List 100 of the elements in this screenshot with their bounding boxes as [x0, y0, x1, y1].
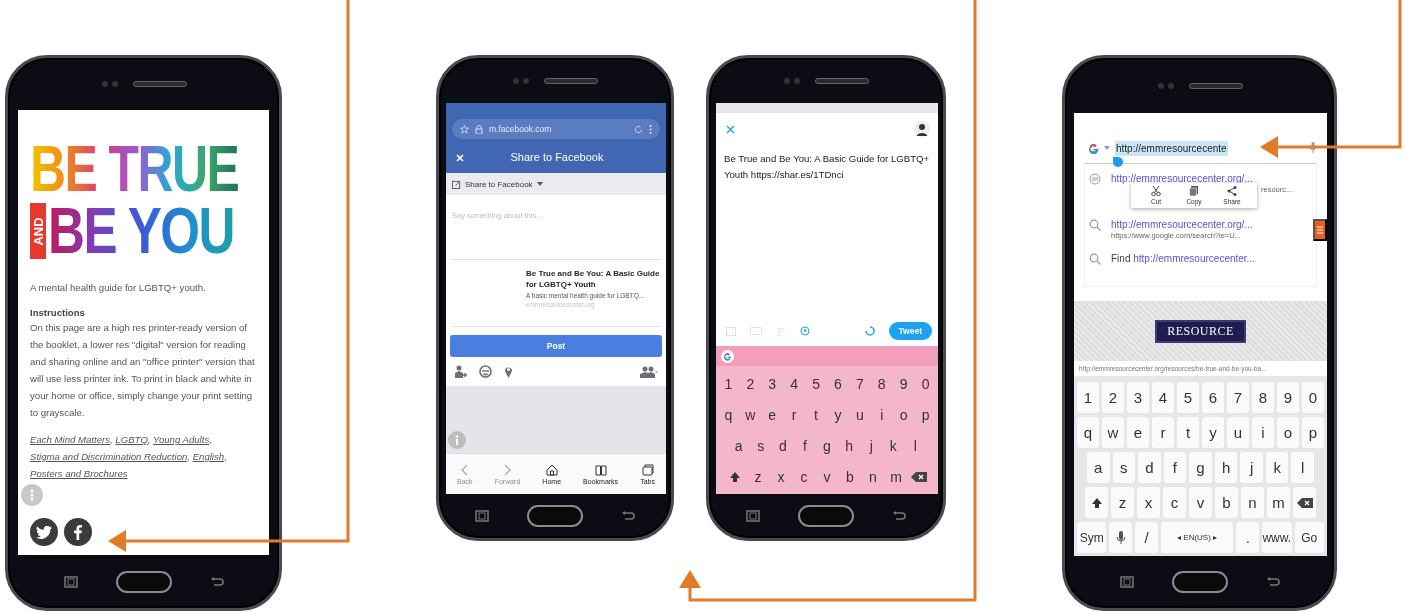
keyboard-key[interactable]: d	[772, 432, 794, 460]
microphone-icon[interactable]	[1309, 142, 1317, 154]
keyboard-key[interactable]: Sym	[1077, 522, 1107, 553]
keyboard-key[interactable]: u	[1227, 417, 1249, 448]
keyboard-key[interactable]: t	[805, 401, 827, 429]
keyboard-key[interactable]: f	[794, 432, 816, 460]
keyboard-key[interactable]: 4	[783, 370, 805, 398]
keyboard-key[interactable]: q	[1077, 417, 1099, 448]
suggestion-item[interactable]: Find http://emmresourcecenter...	[1085, 248, 1316, 282]
keyboard-key[interactable]	[1293, 487, 1316, 518]
keyboard-key[interactable]: 9	[1277, 382, 1299, 413]
keyboard-key[interactable]: c	[793, 463, 815, 491]
keyboard-key[interactable]: v	[816, 463, 838, 491]
post-button[interactable]: Post	[450, 335, 662, 357]
google-logo-icon[interactable]	[721, 349, 734, 363]
keyboard-key[interactable]: k	[882, 432, 904, 460]
keyboard-key[interactable]: r	[783, 401, 805, 429]
keyboard-key[interactable]: v	[1189, 487, 1212, 518]
home-button[interactable]	[527, 505, 583, 527]
keyboard-key[interactable]: n	[1241, 487, 1264, 518]
keyboard-key[interactable]: 7	[1227, 382, 1249, 413]
keyboard-key[interactable]: p	[1302, 417, 1324, 448]
keyboard-key[interactable]: 0	[915, 370, 937, 398]
keyboard-key[interactable]: m	[885, 463, 907, 491]
caret-icon[interactable]	[1104, 146, 1110, 150]
tag-link[interactable]: Posters and Brochures	[30, 468, 128, 479]
keyboard-key[interactable]: m	[1267, 487, 1290, 518]
keyboard-key[interactable]: 1	[717, 370, 739, 398]
tag-link[interactable]: LGBTQ	[115, 434, 148, 445]
keyboard-key[interactable]: 7	[849, 370, 871, 398]
keyboard-key[interactable]: g	[1189, 452, 1212, 483]
keyboard-key[interactable]: 9	[893, 370, 915, 398]
keyboard-key[interactable]: y	[1202, 417, 1224, 448]
audience-dropdown[interactable]: Share to Facebook	[452, 179, 543, 189]
keyboard-key[interactable]: c	[1163, 487, 1186, 518]
facebook-button[interactable]	[64, 518, 92, 546]
twitter-button[interactable]	[30, 518, 58, 546]
keyboard-key[interactable]: 5	[805, 370, 827, 398]
keyboard-key[interactable]: d	[1138, 452, 1161, 483]
location-pin-icon[interactable]	[504, 365, 513, 378]
keyboard-key[interactable]: e	[1127, 417, 1149, 448]
keyboard-key[interactable]: i	[1252, 417, 1274, 448]
keyboard-key[interactable]: 8	[871, 370, 893, 398]
keyboard-key[interactable]: j	[860, 432, 882, 460]
keyboard-key[interactable]: a	[1086, 452, 1110, 483]
keyboard-key[interactable]: /	[1135, 522, 1158, 553]
keyboard-key[interactable]: s	[750, 432, 772, 460]
keyboard-key[interactable]: e	[761, 401, 783, 429]
keyboard-key[interactable]: 8	[1252, 382, 1274, 413]
location-icon[interactable]	[800, 326, 810, 336]
keyboard-key[interactable]: r	[1152, 417, 1174, 448]
home-button[interactable]	[798, 505, 854, 527]
keyboard-key[interactable]: f	[1163, 452, 1187, 483]
keyboard-key[interactable]: .	[1236, 522, 1260, 553]
tag-link[interactable]: Each Mind Matters	[30, 434, 110, 445]
keyboard-key[interactable]: b	[1215, 487, 1238, 518]
keyboard-key[interactable]: j	[1240, 452, 1263, 483]
side-tab[interactable]	[1313, 219, 1327, 241]
google-logo-icon[interactable]	[1088, 142, 1099, 154]
tag-person-icon[interactable]	[454, 365, 467, 378]
keyboard-key[interactable]	[1085, 487, 1108, 518]
friends-icon[interactable]	[640, 365, 658, 378]
address-bar[interactable]: m.facebook.com	[452, 119, 660, 139]
keyboard-key[interactable]: a	[728, 432, 750, 460]
keyboard-key[interactable]: 4	[1152, 382, 1174, 413]
keyboard-key[interactable]: www.	[1262, 522, 1292, 553]
keyboard-key[interactable]: Go	[1294, 522, 1324, 553]
keyboard-key[interactable]: q	[717, 401, 739, 429]
keyboard-key[interactable]: z	[747, 463, 769, 491]
keyboard-key[interactable]: i	[871, 401, 893, 429]
keyboard-key[interactable]: w	[1102, 417, 1124, 448]
keyboard-key[interactable]: b	[839, 463, 861, 491]
address-field[interactable]: http://emmresourcecente	[1115, 140, 1304, 156]
keyboard-key[interactable]: 1	[1077, 382, 1099, 413]
keyboard-key[interactable]: w	[739, 401, 761, 429]
keyboard-key[interactable]: l	[1291, 452, 1315, 483]
smiley-icon[interactable]	[479, 365, 492, 378]
keyboard-key[interactable]: o	[893, 401, 915, 429]
keyboard-key[interactable]: x	[1137, 487, 1160, 518]
keyboard-key[interactable]: u	[849, 401, 871, 429]
keyboard-key[interactable]: p	[915, 401, 937, 429]
keyboard-key[interactable]	[1109, 522, 1133, 553]
keyboard-key[interactable]: h	[838, 432, 860, 460]
keyboard-key[interactable]: g	[816, 432, 838, 460]
keyboard-key[interactable]: s	[1112, 452, 1136, 483]
keyboard-key[interactable]: z	[1111, 487, 1134, 518]
keyboard-key[interactable]: t	[1177, 417, 1199, 448]
keyboard-key[interactable]: 2	[1102, 382, 1124, 413]
keyboard-key[interactable]: 2	[739, 370, 761, 398]
keyboard-key[interactable]: 6	[827, 370, 849, 398]
keyboard-key[interactable]: n	[862, 463, 884, 491]
selection-handle-icon[interactable]	[1113, 156, 1123, 167]
keyboard-key[interactable]: 0	[1302, 382, 1324, 413]
keyboard-key[interactable]: h	[1214, 452, 1238, 483]
keyboard-key[interactable]: y	[827, 401, 849, 429]
keyboard-key[interactable]: ◂ EN(US) ▸	[1160, 522, 1234, 553]
keyboard-key[interactable]: l	[904, 432, 926, 460]
keyboard-key[interactable]: 3	[761, 370, 783, 398]
keyboard-key[interactable]: 3	[1127, 382, 1149, 413]
keyboard-key[interactable]: 6	[1202, 382, 1224, 413]
